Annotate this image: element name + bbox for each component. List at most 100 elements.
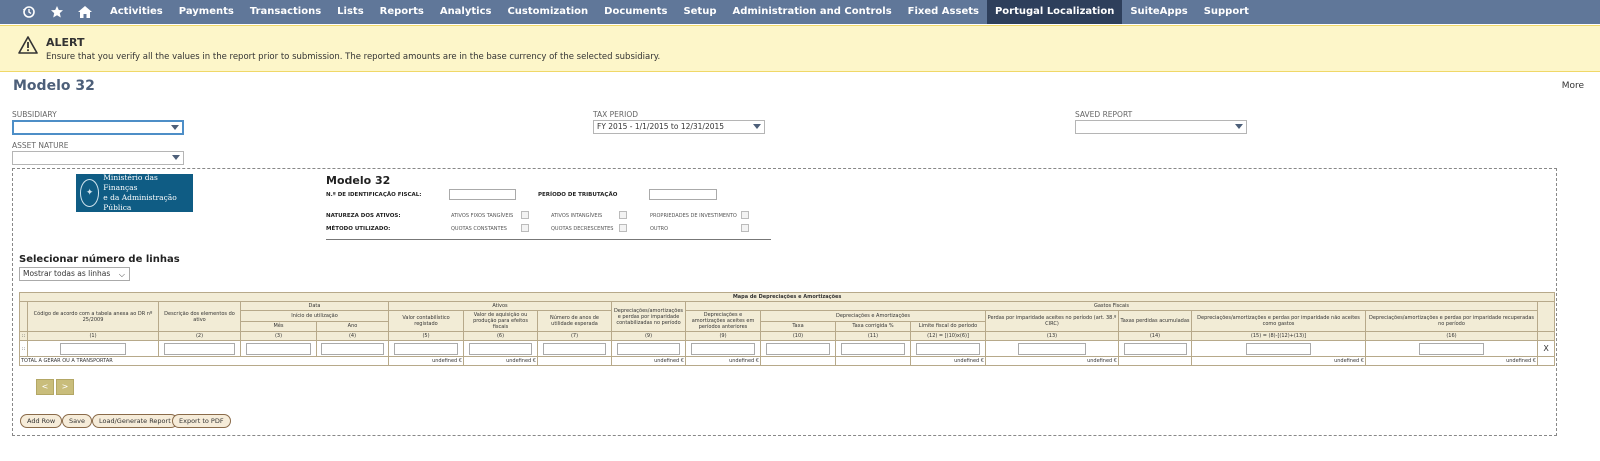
more-link[interactable]: More [1562,81,1584,91]
input-deprec-aceites[interactable] [690,342,756,355]
input-valor-aquis[interactable] [468,342,533,355]
num-8: (9) [611,331,686,341]
nav-analytics[interactable]: Analytics [432,0,500,24]
tax-period-label: TAX PERIOD [593,110,639,119]
next-page-button[interactable]: > [56,379,74,395]
load-generate-report-button[interactable]: Load/Generate Report [92,414,178,428]
prev-page-button[interactable]: < [36,379,54,395]
num-14: (14) [1118,331,1192,341]
top-nav: Activities Payments Transactions Lists R… [0,0,1600,24]
nav-payments[interactable]: Payments [171,0,242,24]
col-valor-aquis: Valor de aquisição ou produção para efei… [463,310,538,332]
quotas-decrescentes-checkbox[interactable] [619,224,627,232]
total-label: TOTAL A GERAR OU A TRANSPORTAR [19,356,389,366]
select-lines-dropdown[interactable]: Mostrar todas as linhas ⌵ [19,267,130,281]
nav-reports[interactable]: Reports [372,0,432,24]
input-deprec-contab[interactable] [616,342,681,355]
divider [326,239,771,240]
logo-line-2: e da Administração Pública [103,193,177,212]
num-12: (12) = [(10)x(6)] [910,331,986,341]
home-icon[interactable] [74,0,96,24]
table-row: :: X [19,340,1556,357]
chevron-down-icon [1235,124,1243,129]
input-mes[interactable] [245,342,312,355]
page-title: Modelo 32 [13,78,95,94]
nav-setup[interactable]: Setup [675,0,724,24]
num-1: (1) [27,331,159,341]
table-caption: Mapa de Depreciações e Amortizações [18,292,1556,302]
nav-administration[interactable]: Administration and Controls [724,0,899,24]
outro-checkbox[interactable] [741,224,749,232]
periodo-input[interactable] [649,189,717,200]
input-numero-anos[interactable] [542,342,607,355]
nav-suiteapps[interactable]: SuiteApps [1122,0,1195,24]
ativos-fixos-checkbox[interactable] [521,211,529,219]
asset-nature-select[interactable] [12,151,184,165]
chevron-down-icon [171,125,179,130]
group-deprec: Depreciações e Amortizações [760,310,986,322]
group-ativos: Ativos [388,301,612,311]
col-taxa: Taxa [760,320,836,332]
num-9: (9) [685,331,761,341]
input-recuperadas[interactable] [1419,342,1484,355]
warning-icon [18,36,38,56]
col-descricao: Descrição dos elementos do ativo [158,301,241,332]
ativos-intangiveis-checkbox[interactable] [619,211,627,219]
col-mes: Mês [240,320,317,332]
input-nao-aceites[interactable] [1246,342,1311,355]
col-taxa-corrigida: Taxa corrigida % [835,320,911,332]
saved-report-select[interactable] [1075,120,1247,134]
logo-line-1: Ministério das Finanças [103,173,158,192]
nav-customization[interactable]: Customization [499,0,596,24]
nav-lists[interactable]: Lists [329,0,371,24]
subsidiary-label: SUBSIDIARY [12,110,57,119]
num-4: (4) [316,331,389,341]
alert-title: ALERT [46,36,85,49]
col-perdas: Perdas por imparidade aceites no período… [985,310,1119,332]
nif-input[interactable] [449,189,516,200]
export-pdf-button[interactable]: Export to PDF [172,414,231,428]
modelo32-form: ✦ Ministério das Finanças e da Administr… [12,168,1557,436]
drag-handle-icon[interactable]: :: [19,340,28,357]
input-limite[interactable] [915,342,981,355]
num-3: (3) [240,331,317,341]
propriedades-label: PROPRIEDADES DE INVESTIMENTO [650,213,737,219]
input-taxas-perdidas[interactable] [1123,342,1187,355]
num-2: (2) [158,331,241,341]
tax-period-select[interactable]: FY 2015 - 1/1/2015 to 12/31/2015 [593,120,765,134]
input-taxa-corrigida[interactable] [840,342,906,355]
input-perdas[interactable] [1018,342,1086,355]
select-lines-title: Selecionar número de linhas [19,254,180,265]
col-numero-anos: Número de anos de utilidade esperada [537,310,612,332]
chevron-down-icon [172,155,180,160]
star-icon[interactable] [46,0,68,24]
nav-support[interactable]: Support [1196,0,1257,24]
nav-documents[interactable]: Documents [596,0,675,24]
chevron-down-icon: ⌵ [118,270,125,279]
num-16: (16) [1365,331,1538,341]
input-taxa[interactable] [765,342,831,355]
total-limite: undefined € [910,356,986,366]
history-icon[interactable] [18,0,40,24]
input-codigo[interactable] [59,342,127,355]
col-deprec-contab: Depreciações/amortizações e perdas por i… [611,301,686,332]
ministry-logo: ✦ Ministério das Finanças e da Administr… [76,173,193,212]
nav-transactions[interactable]: Transactions [242,0,329,24]
propriedades-checkbox[interactable] [741,211,749,219]
save-button[interactable]: Save [62,414,92,428]
emblem-icon: ✦ [80,179,100,207]
total-valor-aquis: undefined € [463,356,538,366]
num-7: (7) [537,331,612,341]
delete-row-button[interactable]: X [1536,340,1556,357]
group-inicio: Início de utilização [240,310,389,322]
input-valor-contab[interactable] [393,342,459,355]
nav-portugal-localization[interactable]: Portugal Localization [986,0,1123,24]
input-ano[interactable] [321,342,384,355]
col-valor-contab: Valor contabilístico registado [388,310,464,332]
subsidiary-select[interactable] [12,120,184,135]
add-row-button[interactable]: Add Row [20,414,63,428]
input-descricao[interactable] [163,342,236,355]
quotas-constantes-checkbox[interactable] [521,224,529,232]
nav-activities[interactable]: Activities [102,0,171,24]
nav-fixed-assets[interactable]: Fixed Assets [900,0,987,24]
